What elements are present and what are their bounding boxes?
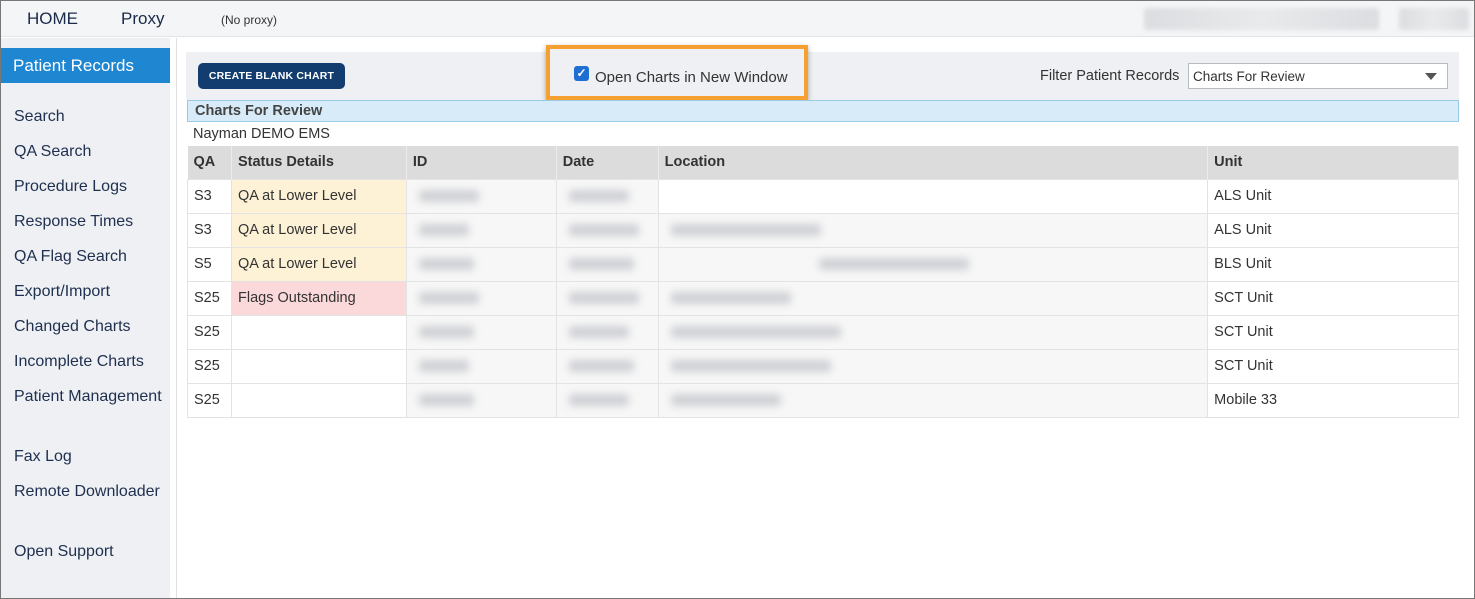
column-header-id[interactable]: ID xyxy=(406,146,557,179)
date-cell-redacted xyxy=(555,212,659,248)
qa-cell: S25 xyxy=(187,348,232,384)
location-cell-redacted xyxy=(657,212,1209,248)
unit-cell: SCT Unit xyxy=(1207,314,1459,350)
section-title: Charts For Review xyxy=(187,100,1459,122)
table-row[interactable]: S3 QA at Lower Level ALS Unit xyxy=(187,212,1459,248)
table-row[interactable]: S25 SCT Unit xyxy=(187,314,1459,350)
sidebar-item-qa-search[interactable]: QA Search xyxy=(14,143,91,161)
sidebar-item-open-support[interactable]: Open Support xyxy=(14,543,114,561)
unit-cell: BLS Unit xyxy=(1207,246,1459,282)
id-cell-redacted xyxy=(405,246,557,282)
id-cell-redacted xyxy=(405,212,557,248)
sidebar-item-incomplete-charts[interactable]: Incomplete Charts xyxy=(14,353,144,371)
redacted-user-menu[interactable] xyxy=(1399,8,1469,30)
sidebar: Patient Records Search QA Search Procedu… xyxy=(1,38,170,598)
status-cell: QA at Lower Level xyxy=(230,178,407,214)
table-header-row: QA Status Details ID Date Location Unit xyxy=(187,146,1459,179)
unit-cell: Mobile 33 xyxy=(1207,382,1459,418)
open-new-window-checkbox[interactable]: ✓ xyxy=(574,66,589,81)
qa-cell: S5 xyxy=(187,246,232,282)
top-nav: HOME Proxy (No proxy) xyxy=(1,1,1474,37)
sidebar-item-export-import[interactable]: Export/Import xyxy=(14,283,110,301)
table-row[interactable]: S25 SCT Unit xyxy=(187,348,1459,384)
sidebar-item-changed-charts[interactable]: Changed Charts xyxy=(14,318,131,336)
table-row[interactable]: S3 QA at Lower Level ALS Unit xyxy=(187,178,1459,214)
location-cell-redacted xyxy=(657,382,1209,418)
table-row[interactable]: S5 QA at Lower Level BLS Unit xyxy=(187,246,1459,282)
column-header-status[interactable]: Status Details xyxy=(231,146,407,179)
nav-proxy-link[interactable]: Proxy xyxy=(121,9,164,29)
unit-cell: SCT Unit xyxy=(1207,348,1459,384)
id-cell-redacted xyxy=(405,280,557,316)
sidebar-item-fax-log[interactable]: Fax Log xyxy=(14,448,72,466)
open-new-window-label[interactable]: Open Charts in New Window xyxy=(595,69,788,86)
unit-cell: ALS Unit xyxy=(1207,212,1459,248)
table-row[interactable]: S25 Flags Outstanding SCT Unit xyxy=(187,280,1459,316)
status-cell xyxy=(230,314,407,350)
status-cell xyxy=(230,348,407,384)
sidebar-item-remote-downloader[interactable]: Remote Downloader xyxy=(14,483,160,501)
agency-name: Nayman DEMO EMS xyxy=(193,126,330,142)
table-row[interactable]: S25 Mobile 33 xyxy=(187,382,1459,418)
column-header-date[interactable]: Date xyxy=(556,146,659,179)
sidebar-item-search[interactable]: Search xyxy=(14,108,65,126)
filter-label: Filter Patient Records xyxy=(1040,68,1180,84)
date-cell-redacted xyxy=(555,246,659,282)
date-cell-redacted xyxy=(555,178,659,214)
filter-select[interactable]: Charts For Review xyxy=(1188,63,1448,89)
qa-cell: S25 xyxy=(187,280,232,316)
charts-table: QA Status Details ID Date Location Unit … xyxy=(187,146,1459,418)
unit-cell: SCT Unit xyxy=(1207,280,1459,316)
column-header-qa[interactable]: QA xyxy=(187,146,232,179)
column-header-location[interactable]: Location xyxy=(658,146,1209,179)
qa-cell: S25 xyxy=(187,382,232,418)
status-cell: Flags Outstanding xyxy=(230,280,407,316)
sidebar-item-qa-flag-search[interactable]: QA Flag Search xyxy=(14,248,127,266)
status-cell: QA at Lower Level xyxy=(230,212,407,248)
id-cell-redacted xyxy=(405,382,557,418)
unit-cell: ALS Unit xyxy=(1207,178,1459,214)
id-cell-redacted xyxy=(405,348,557,384)
date-cell-redacted xyxy=(555,314,659,350)
id-cell-redacted xyxy=(405,314,557,350)
sidebar-item-patient-management[interactable]: Patient Management xyxy=(14,388,162,406)
qa-cell: S25 xyxy=(187,314,232,350)
column-header-unit[interactable]: Unit xyxy=(1207,146,1459,179)
date-cell-redacted xyxy=(555,348,659,384)
location-cell-redacted xyxy=(657,246,1209,282)
nav-home-link[interactable]: HOME xyxy=(27,9,78,29)
sidebar-item-response-times[interactable]: Response Times xyxy=(14,213,133,231)
location-cell-redacted xyxy=(657,178,1209,214)
location-cell-redacted xyxy=(657,314,1209,350)
qa-cell: S3 xyxy=(187,212,232,248)
proxy-status: (No proxy) xyxy=(221,13,278,27)
status-cell xyxy=(230,382,407,418)
status-cell: QA at Lower Level xyxy=(230,246,407,282)
sidebar-item-patient-records[interactable]: Patient Records xyxy=(1,48,170,83)
create-blank-chart-button[interactable]: CREATE BLANK CHART xyxy=(198,63,345,89)
sidebar-item-procedure-logs[interactable]: Procedure Logs xyxy=(14,178,127,196)
id-cell-redacted xyxy=(405,178,557,214)
date-cell-redacted xyxy=(555,280,659,316)
qa-cell: S3 xyxy=(187,178,232,214)
date-cell-redacted xyxy=(555,382,659,418)
location-cell-redacted xyxy=(657,280,1209,316)
redacted-user-info xyxy=(1144,8,1379,30)
chevron-down-icon[interactable] xyxy=(1425,73,1437,80)
location-cell-redacted xyxy=(657,348,1209,384)
